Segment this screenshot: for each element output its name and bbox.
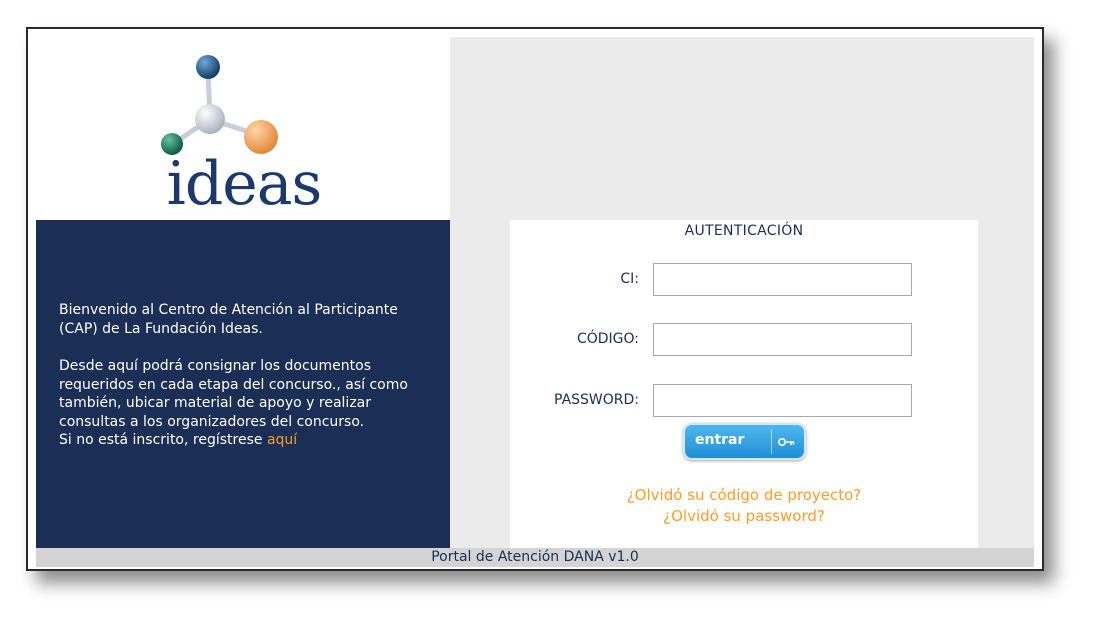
welcome-panel: Bienvenido al Centro de Atención al Part… (36, 220, 450, 548)
node-top (196, 55, 220, 79)
register-prefix: Si no está inscrito, regístrese (59, 432, 267, 448)
forgot-password-link[interactable]: ¿Olvidó su password? (510, 507, 978, 525)
forgot-code-link[interactable]: ¿Olvidó su código de proyecto? (510, 486, 978, 504)
key-icon (777, 438, 795, 447)
portal-container: ideas Bienvenido al Centro de Atención a… (36, 37, 1034, 567)
ci-input[interactable] (653, 263, 912, 296)
logo-text: ideas (167, 149, 322, 219)
register-link[interactable]: aquí (267, 432, 297, 448)
gap-left (450, 220, 510, 548)
password-label: PASSWORD: (554, 392, 639, 408)
ideas-logo: ideas (161, 55, 322, 219)
welcome-description: Desde aquí podrá consignar los documento… (59, 357, 439, 450)
node-center (195, 104, 225, 134)
gap-right (978, 220, 1034, 548)
logo-area: ideas (36, 37, 450, 220)
enter-button-label: entrar (695, 432, 745, 448)
welcome-text: Bienvenido al Centro de Atención al Part… (59, 301, 439, 450)
footer-text: Portal de Atención DANA v1.0 (431, 549, 639, 565)
button-divider (771, 429, 772, 454)
welcome-intro: Bienvenido al Centro de Atención al Part… (59, 302, 398, 337)
login-title: AUTENTICACIÓN (684, 223, 804, 239)
header-empty-area (450, 37, 1034, 220)
page-frame: ideas Bienvenido al Centro de Atención a… (26, 27, 1044, 571)
footer-bar: Portal de Atención DANA v1.0 (36, 548, 1034, 567)
code-label: CÓDIGO: (576, 331, 639, 347)
enter-button[interactable]: entrar (683, 423, 806, 460)
password-input[interactable] (653, 384, 912, 417)
code-input[interactable] (653, 323, 912, 356)
welcome-body: Desde aquí podrá consignar los documento… (59, 358, 408, 430)
ci-label: CI: (620, 271, 639, 287)
login-panel: AUTENTICACIÓN CI: CÓDIGO: PASSWORD: entr… (510, 220, 978, 548)
